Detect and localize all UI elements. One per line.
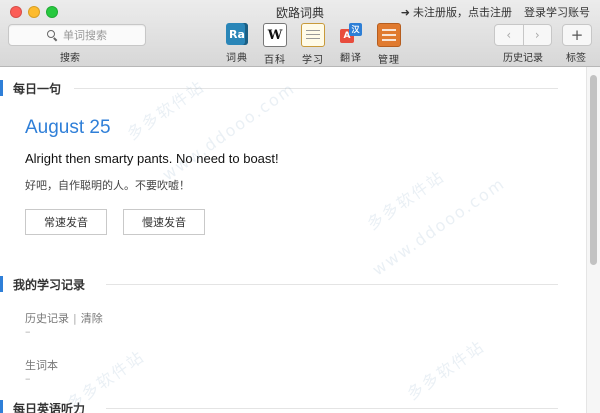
main-content: 每日一句 August 25 Alright then smarty pants…	[0, 67, 586, 413]
forward-button[interactable]: ›	[524, 25, 552, 45]
tool-manage[interactable]: 管理	[374, 23, 404, 66]
back-button[interactable]: ‹	[495, 25, 524, 45]
section-records-title: 我的学习记录	[0, 275, 85, 293]
daily-date: August 25	[25, 117, 111, 138]
tool-encyclopedia-label: 百科	[264, 55, 286, 66]
tool-manage-label: 管理	[378, 55, 400, 66]
tool-translate-label: 翻译	[340, 53, 362, 64]
daily-sentence-cn: 好吧，自作聪明的人。不要吹嘘！	[25, 179, 190, 192]
section-marker	[0, 400, 3, 413]
watermark-cn: 多多软件站	[123, 76, 209, 144]
section-listening-title: 每日英语听力	[0, 399, 85, 413]
wordbook-value: –	[25, 372, 31, 385]
history-nav: ‹ ›	[494, 24, 552, 46]
divider	[74, 88, 558, 89]
scrollbar-thumb[interactable]	[590, 75, 597, 265]
tool-encyclopedia[interactable]: W 百科	[260, 23, 290, 66]
section-marker	[0, 276, 3, 292]
search-input[interactable]: 单词搜索	[8, 24, 146, 46]
history-row: 历史记录 | 清除	[25, 310, 103, 326]
arrow-right-icon: ➜	[400, 6, 410, 19]
normal-speed-audio-button[interactable]: 常速发音	[25, 209, 107, 235]
section-marker	[0, 80, 3, 96]
translate-icon: A 汉	[340, 23, 362, 45]
scrollbar[interactable]	[586, 67, 600, 413]
search-placeholder: 单词搜索	[63, 29, 107, 42]
wikipedia-icon: W	[263, 23, 287, 47]
toolbar: 欧路词典 ➜ 未注册版，点击注册 登录学习账号 单词搜索 搜索 Ra 词典 W 百…	[0, 0, 600, 67]
top-links: ➜ 未注册版，点击注册 登录学习账号	[401, 4, 590, 20]
toolbar-tools: Ra 词典 W 百科 学习 A 汉 翻译 管理	[222, 23, 404, 66]
clear-history-link[interactable]: 清除	[81, 312, 103, 325]
register-link-label: 未注册版，点击注册	[413, 6, 512, 19]
tool-dictionary-label: 词典	[226, 53, 248, 64]
slow-speed-audio-button[interactable]: 慢速发音	[123, 209, 205, 235]
history-label: 历史记录	[503, 53, 543, 64]
tool-dictionary[interactable]: Ra 词典	[222, 23, 252, 66]
app-window: 欧路词典 ➜ 未注册版，点击注册 登录学习账号 单词搜索 搜索 Ra 词典 W 百…	[0, 0, 600, 413]
tool-translate[interactable]: A 汉 翻译	[336, 23, 366, 66]
history-value: –	[25, 325, 31, 338]
search-label: 搜索	[60, 53, 80, 64]
divider	[106, 284, 558, 285]
section-records-heading: 我的学习记录	[13, 277, 86, 292]
section-listening-heading: 每日英语听力	[13, 401, 86, 413]
watermark-cn: 多多软件站	[403, 336, 489, 404]
watermark-cn: 多多软件站	[363, 166, 449, 234]
wordbook-label: 生词本	[25, 359, 58, 372]
translate-icon-b: 汉	[349, 23, 362, 36]
tags-label: 标签	[566, 53, 586, 64]
tool-study-label: 学习	[302, 55, 324, 66]
dictionary-icon: Ra	[226, 23, 248, 45]
login-link[interactable]: 登录学习账号	[524, 4, 590, 20]
watermark-url: www.ddooo.com	[158, 78, 299, 185]
divider	[106, 408, 558, 409]
daily-sentence-en: Alright then smarty pants. No need to bo…	[25, 151, 279, 166]
section-daily-heading: 每日一句	[13, 81, 62, 96]
separator: |	[73, 312, 77, 325]
watermark-url: www.ddooo.com	[368, 173, 509, 280]
search-icon	[47, 30, 57, 40]
cabinet-icon	[377, 23, 401, 47]
section-daily-title: 每日一句	[0, 79, 61, 97]
register-link[interactable]: ➜ 未注册版，点击注册	[401, 4, 512, 20]
history-record-label: 历史记录	[25, 312, 69, 325]
notebook-icon	[301, 23, 325, 47]
tool-study[interactable]: 学习	[298, 23, 328, 66]
add-tag-button[interactable]: +	[562, 24, 592, 46]
